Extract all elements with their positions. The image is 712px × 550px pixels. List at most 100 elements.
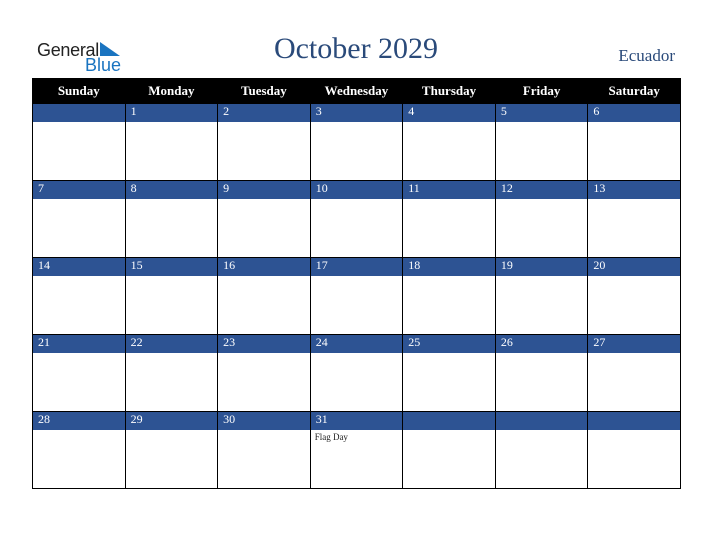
day-number: 17 — [309, 257, 404, 276]
day-number — [494, 411, 589, 430]
day-cell[interactable] — [124, 353, 219, 412]
day-cell[interactable] — [309, 353, 404, 412]
day-cell[interactable] — [402, 430, 496, 489]
day-cell[interactable] — [309, 276, 404, 335]
weekday-header: Tuesday — [217, 78, 311, 104]
day-cell[interactable] — [32, 353, 126, 412]
holiday-label — [403, 276, 495, 278]
holiday-label — [311, 353, 403, 355]
day-number: 21 — [32, 334, 126, 353]
day-cell[interactable] — [494, 353, 589, 412]
holiday-label — [496, 122, 588, 124]
holiday-label — [218, 276, 310, 278]
week-date-row: 21 22 23 24 25 26 27 — [32, 334, 681, 353]
week-event-row — [32, 353, 681, 412]
day-number: 7 — [32, 180, 126, 199]
day-number — [32, 103, 126, 122]
week-event-row — [32, 122, 681, 181]
day-cell[interactable] — [217, 276, 311, 335]
day-cell[interactable] — [494, 122, 589, 181]
day-number: 24 — [309, 334, 404, 353]
day-number: 13 — [587, 180, 681, 199]
day-cell[interactable] — [124, 199, 219, 258]
day-number: 5 — [494, 103, 589, 122]
day-cell[interactable] — [587, 353, 681, 412]
week-event-row — [32, 199, 681, 258]
holiday-label — [126, 430, 218, 432]
day-number: 11 — [402, 180, 496, 199]
day-cell[interactable] — [32, 276, 126, 335]
day-number: 10 — [309, 180, 404, 199]
holiday-label — [126, 353, 218, 355]
holiday-label — [588, 199, 680, 201]
holiday-label — [126, 276, 218, 278]
day-cell[interactable] — [494, 199, 589, 258]
day-number: 8 — [124, 180, 219, 199]
holiday-label — [126, 122, 218, 124]
day-cell[interactable] — [217, 430, 311, 489]
day-number: 9 — [217, 180, 311, 199]
weekday-header-row: Sunday Monday Tuesday Wednesday Thursday… — [32, 78, 681, 104]
holiday-label — [403, 122, 495, 124]
day-cell[interactable] — [402, 122, 496, 181]
day-cell[interactable] — [402, 199, 496, 258]
holiday-label — [311, 122, 403, 124]
day-cell[interactable] — [124, 430, 219, 489]
holiday-label — [33, 199, 125, 201]
weekday-header: Monday — [124, 78, 219, 104]
week-date-row: 14 15 16 17 18 19 20 — [32, 257, 681, 276]
country-label: Ecuador — [618, 46, 675, 65]
weekday-header: Wednesday — [309, 78, 404, 104]
day-cell[interactable] — [124, 276, 219, 335]
day-cell[interactable] — [217, 122, 311, 181]
holiday-label — [33, 430, 125, 432]
day-number: 16 — [217, 257, 311, 276]
day-cell[interactable] — [217, 199, 311, 258]
day-number: 26 — [494, 334, 589, 353]
holiday-label — [588, 430, 680, 432]
day-cell[interactable] — [124, 122, 219, 181]
day-cell[interactable] — [587, 122, 681, 181]
day-cell[interactable] — [32, 199, 126, 258]
holiday-label — [588, 276, 680, 278]
holiday-label — [496, 430, 588, 432]
day-cell[interactable] — [309, 122, 404, 181]
holiday-label — [496, 276, 588, 278]
day-cell[interactable] — [402, 276, 496, 335]
holiday-label — [403, 199, 495, 201]
day-cell[interactable] — [309, 199, 404, 258]
week-date-row: 123456 — [32, 103, 681, 122]
day-number: 23 — [217, 334, 311, 353]
day-number: 15 — [124, 257, 219, 276]
holiday-label — [126, 199, 218, 201]
day-number: 19 — [494, 257, 589, 276]
day-number: 12 — [494, 180, 589, 199]
holiday-label — [496, 353, 588, 355]
day-number: 6 — [587, 103, 681, 122]
holiday-label — [311, 276, 403, 278]
day-cell[interactable]: Flag Day — [309, 430, 404, 489]
day-cell[interactable] — [494, 430, 589, 489]
holiday-label — [33, 122, 125, 124]
week-event-row: Flag Day — [32, 430, 681, 489]
day-number: 22 — [124, 334, 219, 353]
day-cell[interactable] — [494, 276, 589, 335]
week-date-row: 28 29 30 31 — [32, 411, 681, 430]
day-cell[interactable] — [32, 122, 126, 181]
holiday-label — [33, 353, 125, 355]
day-number — [402, 411, 496, 430]
holiday-label: Flag Day — [314, 432, 348, 442]
holiday-label — [588, 353, 680, 355]
day-cell[interactable] — [32, 430, 126, 489]
day-cell[interactable] — [587, 430, 681, 489]
day-number: 14 — [32, 257, 126, 276]
day-cell[interactable] — [587, 199, 681, 258]
day-cell[interactable] — [587, 276, 681, 335]
day-number: 27 — [587, 334, 681, 353]
weekday-header: Saturday — [587, 78, 681, 104]
day-cell[interactable] — [402, 353, 496, 412]
holiday-label — [218, 122, 310, 124]
holiday-label — [403, 353, 495, 355]
holiday-label — [218, 199, 310, 201]
day-cell[interactable] — [217, 353, 311, 412]
